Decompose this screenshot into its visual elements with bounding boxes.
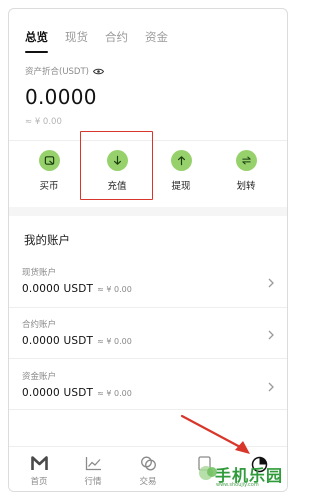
annotation-arrow [180, 414, 250, 454]
account-cny: ≈ ¥ 0.00 [97, 389, 132, 398]
nav-trade-label: 交易 [139, 477, 157, 487]
nav-market-label: 行情 [84, 477, 102, 487]
account-balance: 0.0000 USDT ≈ ¥ 0.00 [22, 387, 132, 399]
tab-funding[interactable]: 资金 [145, 29, 168, 45]
asset-label: 资产折合(USDT) [25, 67, 89, 77]
total-asset-value: 0.0000 [25, 85, 97, 109]
home-m-icon [30, 456, 48, 470]
nav-home-label: 首页 [30, 477, 48, 487]
tab-contract[interactable]: 合约 [105, 29, 128, 45]
divider [9, 358, 287, 359]
account-balance: 0.0000 USDT ≈ ¥ 0.00 [22, 283, 132, 295]
asset-label-row: 资产折合(USDT) [25, 65, 104, 77]
transfer-button[interactable]: 划转 [211, 150, 281, 192]
buy-crypto-label: 买币 [39, 181, 59, 192]
account-cny: ≈ ¥ 0.00 [97, 285, 132, 294]
chevron-right-icon [268, 382, 274, 392]
spot-account-row[interactable]: 现货账户 0.0000 USDT ≈ ¥ 0.00 [9, 263, 287, 313]
divider [9, 409, 287, 410]
account-balance: 0.0000 USDT ≈ ¥ 0.00 [22, 335, 132, 347]
transfer-icon [235, 150, 257, 171]
arrow-up-icon [170, 150, 192, 171]
account-name: 现货账户 [22, 268, 57, 278]
account-cny: ≈ ¥ 0.00 [97, 337, 132, 346]
tab-overview[interactable]: 总览 [25, 29, 48, 53]
section-separator [9, 207, 287, 216]
card-icon [38, 150, 60, 171]
nav-trade[interactable]: 交易 [126, 456, 170, 487]
trade-circles-icon [140, 456, 156, 471]
chart-icon [85, 457, 101, 471]
withdraw-label: 提现 [171, 181, 191, 192]
total-asset-cny: ≈ ¥ 0.00 [25, 117, 62, 127]
top-tabs: 总览 现货 合约 资金 [25, 29, 168, 53]
deposit-highlight-box [80, 131, 153, 200]
chevron-right-icon [268, 278, 274, 288]
account-name: 合约账户 [22, 320, 57, 330]
my-accounts-title: 我的账户 [24, 233, 70, 247]
nav-market[interactable]: 行情 [71, 456, 115, 487]
withdraw-button[interactable]: 提现 [146, 150, 216, 192]
tab-spot[interactable]: 现货 [65, 29, 88, 45]
nav-home[interactable]: 首页 [17, 456, 61, 487]
watermark-url: www.shoujiy.com [216, 482, 259, 488]
divider [9, 307, 287, 308]
buy-crypto-button[interactable]: 买币 [14, 150, 84, 192]
eye-icon[interactable] [93, 68, 104, 75]
transfer-label: 划转 [236, 181, 256, 192]
chevron-right-icon [268, 330, 274, 340]
account-name: 资金账户 [22, 372, 57, 382]
